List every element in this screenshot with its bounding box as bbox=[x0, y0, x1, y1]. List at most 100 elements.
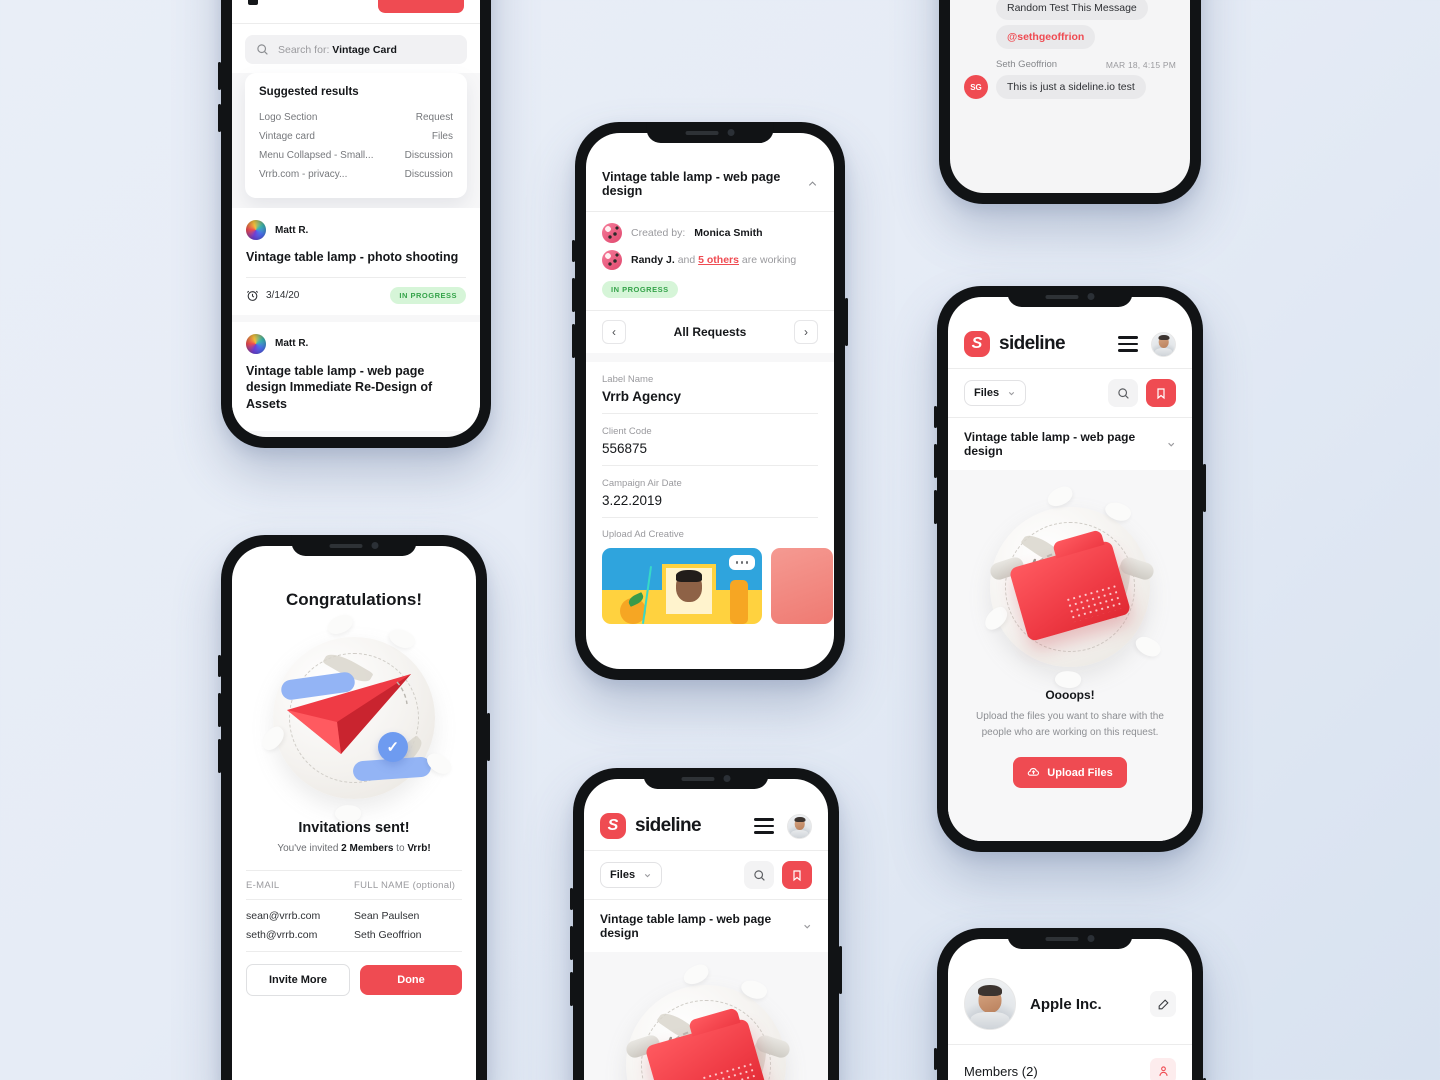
bookmark-button[interactable] bbox=[782, 861, 812, 889]
request-card[interactable]: Matt R. Vintage table lamp - web page de… bbox=[232, 321, 480, 431]
search-icon bbox=[1117, 387, 1129, 399]
search-button[interactable] bbox=[744, 861, 774, 889]
volume-up-button[interactable] bbox=[570, 926, 573, 960]
brand-name: sideline bbox=[635, 815, 702, 836]
mute-switch[interactable] bbox=[934, 406, 937, 428]
mute-switch[interactable] bbox=[218, 655, 221, 677]
working-others-link[interactable]: 5 others bbox=[698, 254, 739, 266]
request-selector[interactable]: Vintage table lamp - web page design bbox=[584, 900, 828, 952]
volume-down-button[interactable] bbox=[570, 972, 573, 1006]
request-selector[interactable]: Vintage table lamp - web page design bbox=[948, 418, 1192, 470]
notch bbox=[1007, 286, 1133, 307]
search-icon bbox=[257, 44, 268, 55]
files-filter-select[interactable]: Files bbox=[600, 862, 663, 888]
add-member-button[interactable] bbox=[1150, 1058, 1176, 1080]
edit-company-button[interactable] bbox=[1150, 991, 1176, 1017]
author-name: Matt R. bbox=[275, 338, 309, 349]
volume-down-button[interactable] bbox=[218, 104, 221, 132]
chevron-down-icon bbox=[644, 873, 651, 877]
chevron-up-icon[interactable] bbox=[807, 178, 818, 190]
message-group: Randy Johnson MAR 18, 4:15 PM This is ju… bbox=[964, 0, 1176, 49]
volume-down-button[interactable] bbox=[934, 490, 937, 524]
card-meta: 3/14/20 IN PROGRESS bbox=[246, 278, 466, 315]
upload-ad-creative-section: Upload Ad Creative bbox=[586, 518, 834, 624]
suggested-item[interactable]: Vintage card Files bbox=[259, 127, 453, 146]
volume-down-button[interactable] bbox=[572, 324, 575, 358]
suggested-item-label: Logo Section bbox=[259, 112, 318, 123]
working-tail: are working bbox=[741, 254, 797, 266]
done-button[interactable]: Done bbox=[360, 965, 462, 995]
power-button[interactable] bbox=[487, 713, 490, 761]
field-air-date[interactable]: Campaign Air Date 3.22.2019 bbox=[586, 466, 834, 517]
suggested-item[interactable]: Logo Section Request bbox=[259, 108, 453, 127]
user-avatar[interactable] bbox=[1151, 331, 1176, 357]
notch bbox=[291, 535, 417, 556]
alarm-clock-icon bbox=[246, 290, 259, 301]
members-section-header: Members (2) bbox=[948, 1045, 1192, 1080]
ad-thumbnail[interactable] bbox=[602, 548, 762, 624]
company-avatar[interactable] bbox=[964, 978, 1016, 1030]
request-title: Vintage table lamp - web page design bbox=[964, 430, 1136, 458]
brand-logo[interactable]: S sideline bbox=[600, 813, 702, 839]
field-label: Label Name bbox=[602, 374, 654, 385]
power-button[interactable] bbox=[839, 946, 842, 994]
search-bar[interactable]: Search for: Vintage Card bbox=[232, 24, 480, 73]
hamburger-menu-icon[interactable] bbox=[754, 818, 774, 834]
chevron-down-icon[interactable] bbox=[1166, 439, 1176, 450]
suggested-item[interactable]: Vrrb.com - privacy... Discussion bbox=[259, 165, 453, 184]
screen-company-profile: Apple Inc. Members (2) bbox=[948, 939, 1192, 1080]
message-bubble[interactable]: This is just a sideline.io test bbox=[996, 75, 1146, 99]
suggested-results-panel: Suggested results Logo Section Request V… bbox=[245, 73, 467, 198]
volume-up-button[interactable] bbox=[572, 278, 575, 312]
screen-files-bottom: S sideline Files Vintage table lamp - we… bbox=[584, 779, 828, 1080]
volume-up-button[interactable] bbox=[934, 444, 937, 478]
field-client-code[interactable]: Client Code 556875 bbox=[586, 414, 834, 465]
volume-up-button[interactable] bbox=[218, 62, 221, 90]
invitee-row: sean@vrrb.com Sean Paulsen bbox=[232, 900, 476, 924]
invitee-name: Seth Geoffrion bbox=[354, 929, 422, 941]
notch bbox=[643, 768, 769, 789]
next-request-button[interactable]: › bbox=[794, 320, 818, 344]
ad-thumbnail[interactable] bbox=[771, 548, 833, 624]
request-card[interactable]: Matt R. Vintage table lamp - photo shoot… bbox=[232, 208, 480, 315]
chevron-down-icon[interactable] bbox=[802, 921, 812, 932]
brand-logo[interactable]: S sideline bbox=[964, 331, 1066, 357]
volume-up-button[interactable] bbox=[218, 693, 221, 727]
card-title: Vintage table lamp - photo shooting bbox=[246, 250, 459, 264]
search-button[interactable] bbox=[1108, 379, 1138, 407]
mute-switch[interactable] bbox=[572, 240, 575, 262]
message-bubble-mention[interactable]: @sethgeoffrion bbox=[996, 25, 1096, 49]
suggested-item-type: Discussion bbox=[404, 169, 453, 180]
pager-title: All Requests bbox=[673, 325, 747, 339]
members-label: Members (2) bbox=[964, 1063, 1038, 1079]
bookmark-button[interactable] bbox=[1146, 379, 1176, 407]
phone-discussion: Reply to Client Randy Johnson MAR 18, 4:… bbox=[939, 0, 1201, 204]
suggested-item-label: Vrrb.com - privacy... bbox=[259, 169, 348, 180]
app-header: S sideline bbox=[948, 323, 1192, 368]
invite-more-button[interactable]: Invite More bbox=[246, 964, 350, 996]
avatar-initials: SG bbox=[964, 75, 988, 99]
notch bbox=[646, 122, 774, 143]
prev-request-button[interactable]: ‹ bbox=[602, 320, 626, 344]
earpiece-speaker bbox=[1045, 936, 1079, 941]
screen-discussion: Reply to Client Randy Johnson MAR 18, 4:… bbox=[950, 0, 1190, 193]
brand-name: sideline bbox=[999, 333, 1066, 354]
suggested-item[interactable]: Menu Collapsed - Small... Discussion bbox=[259, 146, 453, 165]
primary-action-button[interactable] bbox=[378, 0, 464, 13]
message-bubble[interactable]: Random Test This Message bbox=[996, 0, 1148, 20]
invitee-row: seth@vrrb.com Seth Geoffrion bbox=[232, 924, 476, 951]
power-button[interactable] bbox=[1203, 464, 1206, 512]
user-avatar[interactable] bbox=[787, 813, 812, 839]
search-input[interactable]: Search for: Vintage Card bbox=[245, 35, 467, 64]
files-filter-select[interactable]: Files bbox=[964, 380, 1027, 406]
volume-down-button[interactable] bbox=[218, 739, 221, 773]
request-header[interactable]: Vintage table lamp - web page design bbox=[586, 159, 834, 211]
more-options-icon[interactable] bbox=[729, 555, 755, 570]
hamburger-menu-icon[interactable] bbox=[1118, 336, 1138, 352]
upload-files-button[interactable]: Upload Files bbox=[1013, 757, 1127, 788]
mute-switch[interactable] bbox=[934, 1048, 937, 1070]
mute-switch[interactable] bbox=[570, 888, 573, 910]
field-label-name[interactable]: Label Name Vrrb Agency bbox=[586, 362, 834, 413]
search-value: Vintage Card bbox=[332, 43, 397, 56]
power-button[interactable] bbox=[845, 298, 848, 346]
